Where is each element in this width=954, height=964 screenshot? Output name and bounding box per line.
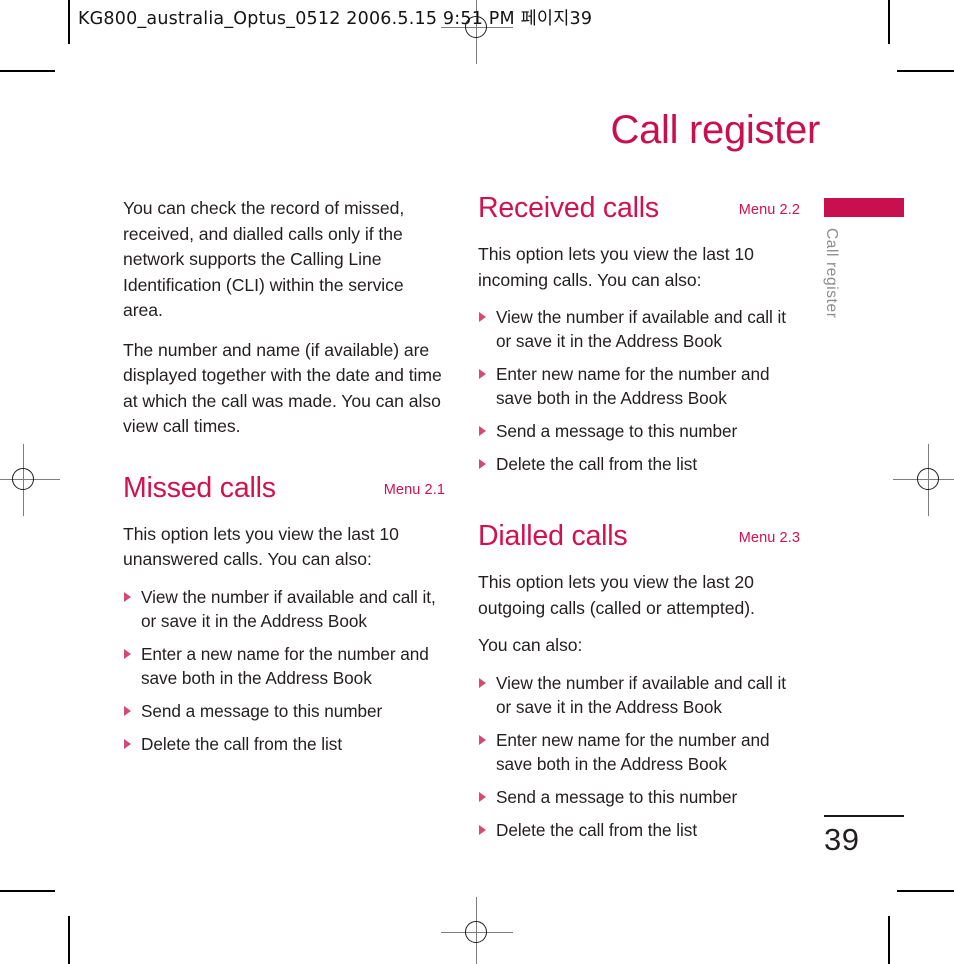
section-header-received-calls: Received calls Menu 2.2 (478, 192, 800, 230)
list-item: Delete the call from the list (478, 452, 800, 476)
list-item-text: View the number if available and call it… (141, 586, 436, 631)
triangle-bullet-icon (124, 738, 131, 749)
list-item: Enter a new name for the number and save… (123, 642, 445, 690)
print-slug-line: KG800_australia_Optus_0512 2006.5.15 9:5… (78, 9, 593, 29)
triangle-bullet-icon (479, 312, 486, 322)
triangle-bullet-icon (124, 648, 131, 659)
list-item-text: Enter new name for the number and save b… (496, 729, 770, 774)
crop-mark-bottom-left-vertical (68, 916, 70, 964)
list-item-text: Enter new name for the number and save b… (496, 364, 770, 408)
triangle-bullet-icon (479, 426, 486, 436)
section-title-missed-calls: Missed calls (123, 471, 276, 504)
list-item-text: Delete the call from the list (141, 733, 343, 754)
section-dialled-calls: Dialled calls Menu 2.3 This option lets … (478, 520, 800, 842)
intro-paragraph-1: You can check the record of missed, rece… (123, 198, 405, 320)
right-column: Received calls Menu 2.2 This option lets… (478, 192, 800, 851)
list-item: Send a message to this number (478, 419, 800, 443)
list-item-text: Enter a new name for the number and save… (141, 643, 429, 688)
list-item-text: Delete the call from the list (496, 454, 698, 474)
list-item: Delete the call from the list (123, 732, 445, 756)
section-received-calls: Received calls Menu 2.2 This option lets… (478, 192, 800, 476)
section-title-dialled-calls: Dialled calls (478, 520, 628, 552)
triangle-bullet-icon (479, 734, 486, 745)
section-header-dialled-calls: Dialled calls Menu 2.3 (478, 520, 800, 558)
page-number: 39 (824, 822, 860, 857)
manual-page: KG800_australia_Optus_0512 2006.5.15 9:5… (0, 0, 954, 964)
chapter-tab-bar (824, 198, 904, 217)
registration-mark-right (893, 444, 954, 516)
list-item: View the number if available and call it… (478, 671, 800, 719)
triangle-bullet-icon (479, 791, 486, 802)
list-item-text: View the number if available and call it… (496, 307, 787, 351)
section-intro-dialled-calls: This option lets you view the last 20 ou… (478, 572, 755, 618)
section-title-received-calls: Received calls (478, 192, 659, 224)
section-intro-extra-dialled-calls: You can also: (478, 635, 583, 655)
crop-mark-top-right-vertical (888, 0, 890, 44)
section-header-missed-calls: Missed calls Menu 2.1 (123, 472, 445, 510)
list-item-text: Send a message to this number (496, 421, 738, 441)
list-item: Send a message to this number (123, 699, 445, 723)
list-item: Send a message to this number (478, 785, 800, 809)
crop-mark-top-left-vertical (68, 0, 70, 44)
chapter-tab-label: Call register (823, 228, 840, 319)
triangle-bullet-icon (479, 824, 486, 835)
section-missed-calls: Missed calls Menu 2.1 This option lets y… (123, 472, 445, 756)
list-item: Enter new name for the number and save b… (478, 728, 800, 776)
crop-mark-top-right-horizontal (897, 70, 954, 72)
menu-ref-received-calls: Menu 2.2 (738, 202, 800, 218)
bullet-list-dialled-calls: View the number if available and call it… (478, 671, 800, 842)
list-item-text: View the number if available and call it… (496, 672, 787, 717)
page-title: Call register (610, 108, 821, 152)
list-item: Delete the call from the list (478, 818, 800, 842)
list-item-text: Delete the call from the list (496, 819, 698, 840)
bullet-list-received-calls: View the number if available and call it… (478, 305, 800, 476)
intro-paragraph-2: The number and name (if available) are d… (123, 339, 442, 437)
section-intro-received-calls: This option lets you view the last 10 in… (478, 244, 754, 290)
list-item: View the number if available and call it… (478, 305, 800, 353)
list-item-text: Send a message to this number (496, 786, 738, 807)
triangle-bullet-icon (479, 459, 486, 469)
left-column: You can check the record of missed, rece… (123, 196, 445, 765)
crop-mark-bottom-right-vertical (888, 916, 890, 964)
crop-mark-top-left-horizontal (0, 70, 55, 72)
list-item-text: Send a message to this number (141, 700, 383, 721)
triangle-bullet-icon (479, 677, 486, 688)
list-item: View the number if available and call it… (123, 585, 445, 633)
triangle-bullet-icon (124, 705, 131, 716)
triangle-bullet-icon (479, 369, 486, 379)
bullet-list-missed-calls: View the number if available and call it… (123, 585, 445, 756)
list-item: Enter new name for the number and save b… (478, 362, 800, 410)
folio-rule (824, 815, 904, 817)
registration-mark-left (0, 444, 60, 516)
crop-mark-bottom-left-horizontal (0, 890, 55, 892)
crop-mark-bottom-right-horizontal (897, 890, 954, 892)
registration-mark-bottom (441, 897, 513, 964)
triangle-bullet-icon (124, 591, 131, 602)
menu-ref-missed-calls: Menu 2.1 (383, 481, 445, 498)
menu-ref-dialled-calls: Menu 2.3 (738, 530, 800, 546)
section-intro-missed-calls: This option lets you view the last 10 un… (123, 523, 399, 570)
